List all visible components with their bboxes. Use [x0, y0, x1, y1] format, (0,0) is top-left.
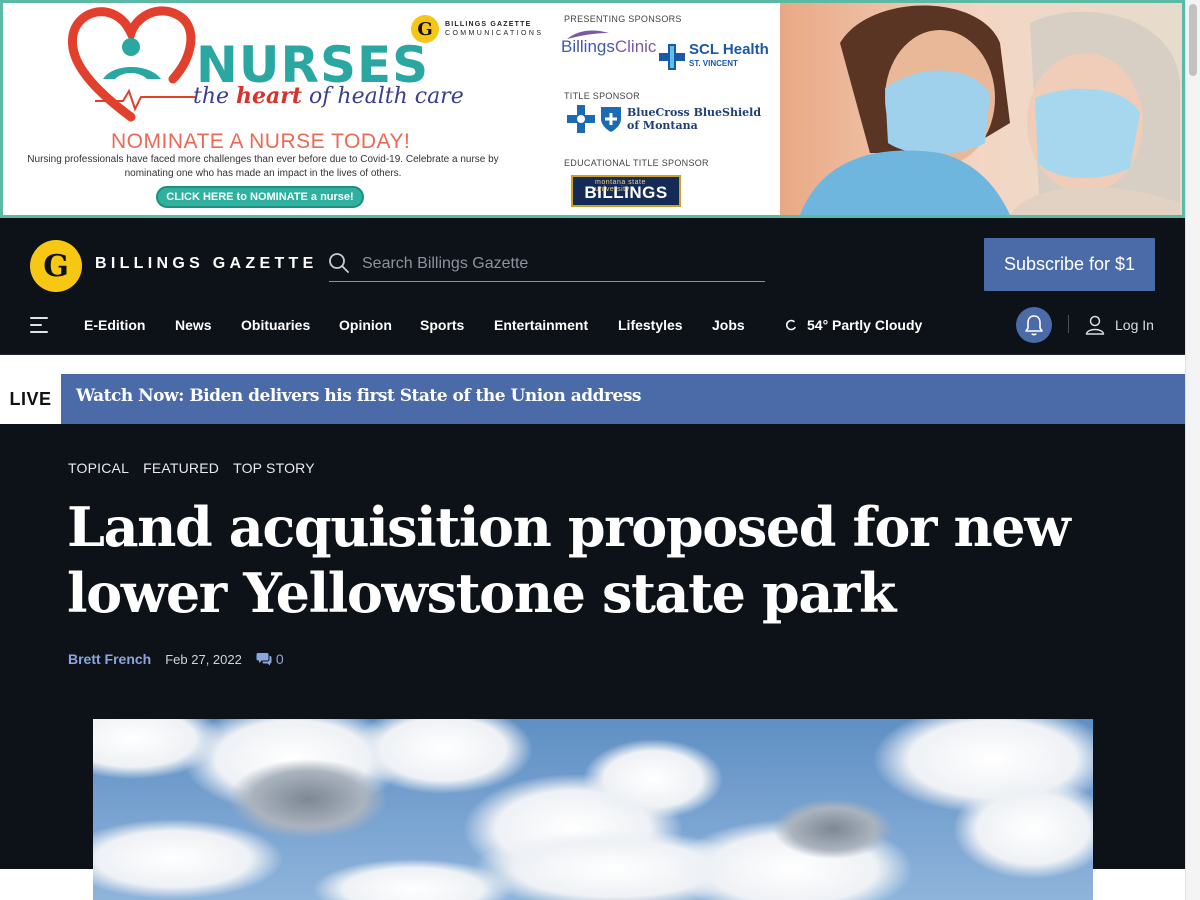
nav-item-e-edition[interactable]: E-Edition: [84, 317, 145, 333]
live-spacer: [0, 355, 1185, 374]
search-icon[interactable]: [329, 253, 349, 273]
sponsor-scl-name: SCL Health: [689, 41, 769, 58]
presenting-sponsors-label: PRESENTING SPONSORS: [564, 14, 682, 24]
ad-nominate-heading: NOMINATE A NURSE TODAY!: [111, 130, 411, 153]
sponsor-bcbs-line1: BlueCross BlueShield: [627, 106, 762, 119]
live-banner[interactable]: LIVE Watch Now: Biden delivers his first…: [0, 374, 1185, 424]
comments-icon: [256, 653, 272, 666]
live-badge: LIVE: [0, 374, 61, 424]
publish-date: Feb 27, 2022: [165, 651, 242, 667]
article-byline: Brett French Feb 27, 2022 0: [68, 651, 284, 667]
ad-publisher-logo: G BILLINGS GAZETTE COMMUNICATIONS: [411, 15, 543, 43]
ad-nominate-button[interactable]: CLICK HERE to NOMINATE a nurse!: [156, 186, 364, 208]
nav-item-jobs[interactable]: Jobs: [712, 317, 745, 333]
nav-item-opinion[interactable]: Opinion: [339, 317, 392, 333]
sponsor-bcbs: BlueCross BlueShield of Montana: [567, 105, 761, 133]
tag-topical[interactable]: TOPICAL: [68, 460, 129, 476]
search-bar: [329, 248, 765, 282]
sponsor-scl-sub: ST. VINCENT: [689, 59, 738, 68]
subscribe-button[interactable]: Subscribe for $1: [984, 238, 1155, 291]
menu-icon[interactable]: [30, 317, 50, 333]
sponsor-msu-small: montana state university: [595, 179, 646, 193]
login-label: Log In: [1115, 317, 1154, 333]
ad-tagline-post: of health care: [302, 84, 464, 109]
ad-tagline-heart: heart: [236, 83, 303, 109]
ad-publisher-sub: COMMUNICATIONS: [445, 30, 544, 37]
article-tags: TOPICAL FEATURED TOP STORY: [68, 460, 329, 476]
login-link[interactable]: Log In: [1085, 315, 1154, 335]
nav-divider: [1068, 315, 1069, 333]
sponsor-scl-health: SCL Health ST. VINCENT: [659, 41, 769, 71]
sponsor-clinic-word: Clinic: [614, 37, 657, 56]
ad-publisher-name: BILLINGS GAZETTE: [445, 21, 532, 28]
comments-link[interactable]: 0: [256, 651, 284, 667]
article-headline: Land acquisition proposed for new lower …: [67, 495, 1071, 625]
gazette-mini-icon: G: [411, 15, 439, 43]
blueshield-icon: [601, 107, 621, 132]
billings-clinic-swoosh-icon: [567, 30, 609, 39]
weather-widget[interactable]: 54° Partly Cloudy: [785, 317, 922, 333]
nav-item-news[interactable]: News: [175, 317, 212, 333]
gazette-logo-icon[interactable]: G: [30, 240, 82, 292]
ad-sponsors-panel: PRESENTING SPONSORS BillingsClinic SCL H…: [561, 3, 781, 215]
user-icon: [1085, 315, 1105, 335]
tag-top-story[interactable]: TOP STORY: [233, 460, 315, 476]
weather-text: 54° Partly Cloudy: [807, 317, 923, 333]
ad-publisher-text: BILLINGS GAZETTE COMMUNICATIONS: [445, 20, 543, 38]
sponsor-bcbs-line2: of Montana: [627, 119, 698, 132]
main-nav: E-Edition News Obituaries Opinion Sports…: [0, 306, 1185, 346]
heart-icon: [67, 6, 196, 122]
nurse-patient-photo: [780, 3, 1182, 215]
notifications-button[interactable]: [1016, 307, 1052, 343]
bluecross-icon: [567, 105, 595, 133]
nurses-banner-ad[interactable]: NURSES the heart of health care G BILLIN…: [0, 0, 1185, 218]
bell-icon: [1025, 315, 1043, 336]
comment-count: 0: [275, 651, 284, 667]
educational-sponsor-label: EDUCATIONAL TITLE SPONSOR: [564, 158, 709, 168]
ad-tagline-pre: the: [193, 84, 237, 109]
title-sponsor-label: TITLE SPONSOR: [564, 91, 640, 101]
partly-cloudy-icon: [785, 319, 796, 331]
nav-item-obituaries[interactable]: Obituaries: [241, 317, 310, 333]
page-scrollbar[interactable]: [1185, 0, 1200, 900]
nav-item-entertainment[interactable]: Entertainment: [494, 317, 588, 333]
nav-item-lifestyles[interactable]: Lifestyles: [618, 317, 683, 333]
nav-item-sports[interactable]: Sports: [420, 317, 464, 333]
site-header: G BILLINGS GAZETTE Subscribe for $1 E-Ed…: [0, 218, 1185, 355]
tag-featured[interactable]: FEATURED: [143, 460, 219, 476]
sponsor-billings-clinic: BillingsClinic: [561, 30, 657, 57]
sponsor-msu-billings: montana state university BILLINGS: [571, 175, 681, 207]
live-headline-link[interactable]: Watch Now: Biden delivers his first Stat…: [76, 386, 641, 406]
search-input[interactable]: [362, 250, 752, 278]
article-hero-image[interactable]: [93, 719, 1093, 900]
ad-left-panel: NURSES the heart of health care G BILLIN…: [3, 3, 548, 215]
author-link[interactable]: Brett French: [68, 651, 151, 667]
site-brand[interactable]: BILLINGS GAZETTE: [95, 255, 318, 273]
scrollbar-thumb[interactable]: [1189, 4, 1197, 76]
ad-tagline: the heart of health care: [193, 83, 464, 109]
scl-cross-icon: [659, 44, 685, 70]
ad-description: Nursing professionals have faced more ch…: [27, 154, 499, 179]
